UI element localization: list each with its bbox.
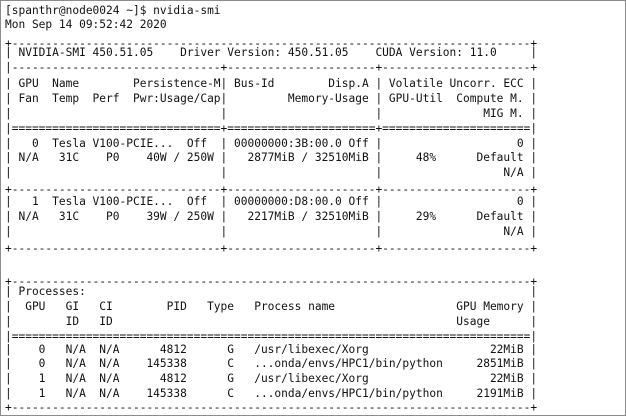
gpu-table-header-row-3: | | | MIG M. | [5, 107, 538, 120]
processes-title-row: | Processes: | [5, 285, 538, 298]
terminal-window[interactable]: [spanthr@node0024 ~]$ nvidia-smi Mon Sep… [0, 0, 626, 416]
process-row: | 0 N/A N/A 4812 G /usr/libexec/Xorg 22M… [5, 343, 538, 356]
gpu-0-row-3: | | | N/A | [5, 166, 538, 179]
version-info-row: | NVIDIA-SMI 450.51.05 Driver Version: 4… [5, 46, 538, 59]
gpu-0-row-1: | 0 Tesla V100-PCIE... Off | 00000000:3B… [5, 137, 538, 150]
gpu-table-header-row-2: | Fan Temp Perf Pwr:Usage/Cap| Memory-Us… [5, 92, 538, 105]
command-prompt-line: [spanthr@node0024 ~]$ nvidia-smi [5, 4, 221, 17]
gpu-1-row-1: | 1 Tesla V100-PCIE... Off | 00000000:D8… [5, 195, 538, 208]
gpu-table-header-divider: |-------------------------------+-------… [5, 61, 538, 74]
process-header-row-2: | ID ID Usage | [5, 315, 538, 328]
gpu-table-header-row-1: | GPU Name Persistence-M| Bus-Id Disp.A … [5, 77, 538, 90]
process-header-row-1: | GPU GI CI PID Type Process name GPU Me… [5, 300, 538, 313]
gpu-0-row-2: | N/A 31C P0 40W / 250W | 2877MiB / 3251… [5, 151, 538, 164]
process-row: | 1 N/A N/A 4812 G /usr/libexec/Xorg 22M… [5, 372, 538, 385]
timestamp-line: Mon Sep 14 09:52:42 2020 [5, 18, 167, 31]
gpu-table-bottom-border: +-------------------------------+-------… [5, 242, 538, 255]
process-table-bottom-border: +---------------------------------------… [5, 401, 538, 414]
gpu-1-row-2: | N/A 31C P0 39W / 250W | 2217MiB / 3251… [5, 210, 538, 223]
process-row: | 0 N/A N/A 145338 C ...onda/envs/HPC1/b… [5, 357, 538, 370]
process-row: | 1 N/A N/A 145338 C ...onda/envs/HPC1/b… [5, 387, 538, 400]
gpu-1-row-3: | | | N/A | [5, 225, 538, 238]
gpu-table-header-separator: |===============================+=======… [5, 122, 538, 135]
